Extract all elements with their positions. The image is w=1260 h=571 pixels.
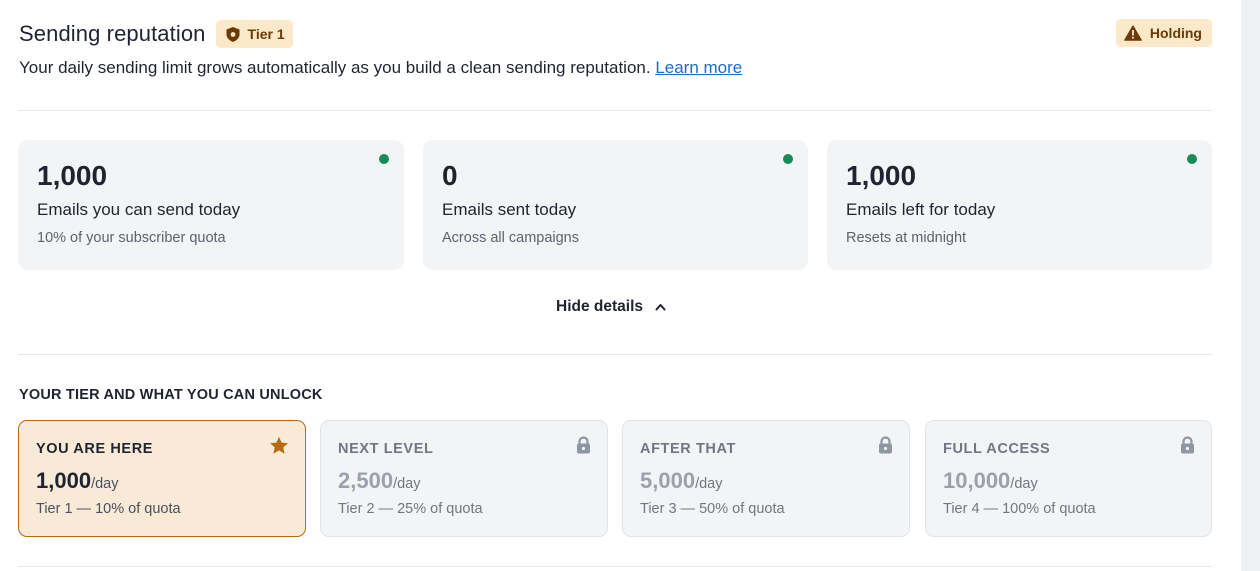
divider [18,566,1212,567]
page-subtitle: Your daily sending limit grows automatic… [19,58,742,78]
tier-amount: 5,000/day [640,468,723,493]
status-dot [783,154,793,164]
section-header: Sending reputation Tier 1 Holding [19,19,1212,49]
stat-value: 1,000 [846,160,917,191]
tier-label: AFTER THAT [640,441,736,457]
page-scrollbar[interactable] [1241,0,1260,571]
tier-amount: 1,000/day [36,468,119,493]
hide-details-button[interactable]: Hide details [556,296,666,318]
tier-label: FULL ACCESS [943,441,1051,457]
stat-card-can-send: 1,000 Emails you can send today 10% of y… [18,140,404,270]
stat-sublabel: Across all campaigns [442,230,579,246]
stat-value: 0 [442,160,458,191]
star-icon [270,436,288,454]
tier-label: YOU ARE HERE [36,441,154,457]
lock-icon [577,436,590,454]
tier-description: Tier 3 — 50% of quota [640,501,785,517]
tier-description: Tier 2 — 25% of quota [338,501,483,517]
learn-more-link[interactable]: Learn more [655,58,742,77]
lock-icon [1181,436,1194,454]
status-dot [379,154,389,164]
status-badge: Holding [1115,19,1212,47]
stat-sublabel: 10% of your subscriber quota [37,230,226,246]
shield-icon [226,26,240,42]
stat-sublabel: Resets at midnight [846,230,967,246]
subtitle-text: Your daily sending limit grows automatic… [19,58,651,77]
status-badge-label: Holding [1149,25,1202,41]
stat-value: 1,000 [37,160,108,191]
tier-label: NEXT LEVEL [338,441,434,457]
status-dot [1187,154,1197,164]
tier-badge-label: Tier 1 [247,26,285,42]
divider [18,354,1212,355]
tier-card-next-level: NEXT LEVEL 2,500/day Tier 2 — 25% of quo… [320,420,608,537]
tier-description: Tier 1 — 10% of quota [36,501,181,517]
tier-badge: Tier 1 [215,20,293,48]
chevron-up-icon [655,304,666,311]
lock-icon [879,436,892,454]
tier-amount: 2,500/day [338,468,421,493]
tier-description: Tier 4 — 100% of quota [943,501,1096,517]
stat-label: Emails you can send today [37,200,241,219]
stat-label: Emails sent today [442,200,577,219]
stat-label: Emails left for today [846,200,996,219]
page-title: Sending reputation [19,21,206,46]
tier-amount: 10,000/day [943,468,1038,493]
stat-card-left: 1,000 Emails left for today Resets at mi… [827,140,1212,270]
stat-card-sent: 0 Emails sent today Across all campaigns [423,140,808,270]
warning-icon [1123,25,1142,41]
tier-card-current: YOU ARE HERE 1,000/day Tier 1 — 10% of q… [18,420,306,537]
hide-details-label: Hide details [556,298,643,315]
tier-card-full-access: FULL ACCESS 10,000/day Tier 4 — 100% of … [925,420,1212,537]
tier-card-after-that: AFTER THAT 5,000/day Tier 3 — 50% of quo… [622,420,910,537]
section-heading: YOUR TIER AND WHAT YOU CAN UNLOCK [19,387,323,403]
divider [18,110,1212,111]
